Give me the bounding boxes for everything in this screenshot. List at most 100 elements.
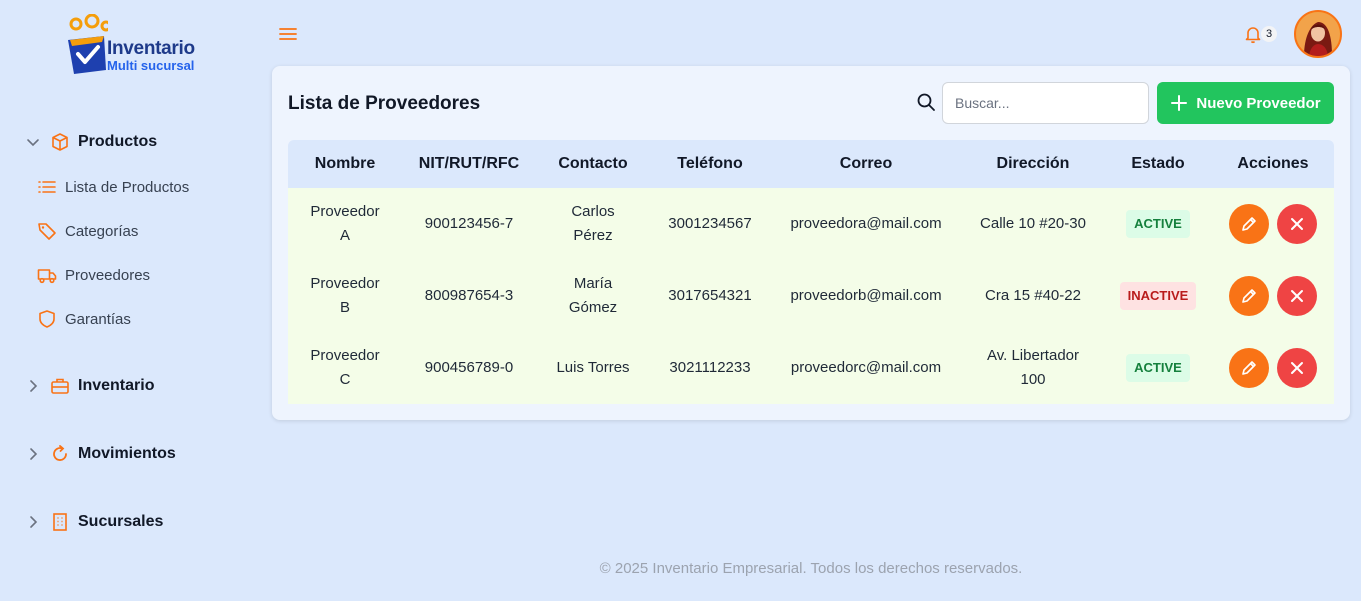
supplier-nit: 900456789-0 xyxy=(424,359,514,376)
suppliers-card: Lista de Proveedores Nuevo Proveedor Nom… xyxy=(272,66,1350,420)
sidebar-item-label: Proveedores xyxy=(65,266,151,284)
chevron-right-icon xyxy=(24,377,42,395)
supplier-nit: 800987654-3 xyxy=(424,287,514,304)
column-header[interactable]: Estado xyxy=(1104,155,1212,173)
supplier-contact: Carlos Pérez xyxy=(536,200,650,248)
supplier-email: proveedorc@mail.com xyxy=(790,359,942,376)
supplier-phone: 3017654321 xyxy=(668,287,752,304)
edit-button[interactable] xyxy=(1229,276,1269,316)
supplier-name-text: Proveedor A xyxy=(310,203,380,244)
supplier-name: Proveedor B xyxy=(288,272,402,320)
column-header[interactable]: Correo xyxy=(770,155,962,173)
supplier-address: Cra 15 #40-22 xyxy=(962,284,1104,308)
new-supplier-label: Nuevo Proveedor xyxy=(1196,94,1321,112)
bell-icon[interactable] xyxy=(1243,24,1263,44)
edit-button[interactable] xyxy=(1229,204,1269,244)
supplier-status: INACTIVE xyxy=(1104,282,1212,310)
sidebar-item-categorias[interactable]: Categorías xyxy=(37,219,138,243)
delete-button[interactable] xyxy=(1277,348,1317,388)
status-badge: ACTIVE xyxy=(1126,354,1190,382)
supplier-nit: 900123456-7 xyxy=(424,215,514,232)
chevron-right-icon xyxy=(24,445,42,463)
shield-icon xyxy=(37,309,57,329)
column-header: Acciones xyxy=(1237,155,1309,172)
table-row[interactable]: Proveedor C 900456789-0 Luis Torres 3021… xyxy=(288,332,1334,404)
notification-badge: 3 xyxy=(1261,26,1277,42)
avatar[interactable] xyxy=(1294,10,1342,58)
status-badge: INACTIVE xyxy=(1119,282,1197,310)
supplier-phone: 3021112233 xyxy=(669,359,751,376)
close-icon xyxy=(1291,290,1303,302)
supplier-name-text: Proveedor B xyxy=(310,275,380,316)
supplier-contact: Luis Torres xyxy=(556,359,630,376)
delete-button[interactable] xyxy=(1277,276,1317,316)
supplier-address-text: Av. Libertador 100 xyxy=(987,347,1079,388)
pencil-icon xyxy=(1242,289,1256,303)
briefcase-icon xyxy=(50,376,70,396)
close-icon xyxy=(1291,218,1303,230)
supplier-address-text: Calle 10 #20-30 xyxy=(980,215,1086,232)
sidebar-item-lista-productos[interactable]: Lista de Productos xyxy=(37,175,189,199)
supplier-address: Av. Libertador 100 xyxy=(962,344,1104,392)
sidebar-group-sucursales[interactable]: Sucursales xyxy=(24,510,163,534)
column-header[interactable]: Nombre xyxy=(288,155,402,173)
sidebar-group-label: Sucursales xyxy=(78,513,164,530)
sidebar-item-label: Lista de Productos xyxy=(65,178,190,196)
sidebar-item-proveedores[interactable]: Proveedores xyxy=(37,263,150,287)
column-header[interactable]: Teléfono xyxy=(650,155,770,173)
table-header: Nombre NIT/RUT/RFC Contacto Teléfono Cor… xyxy=(288,140,1334,188)
sidebar-group-productos[interactable]: Productos xyxy=(24,130,157,154)
row-actions xyxy=(1212,204,1334,244)
supplier-status: ACTIVE xyxy=(1104,210,1212,238)
plus-icon xyxy=(1171,95,1188,111)
box-icon xyxy=(50,132,70,152)
menu-icon[interactable] xyxy=(278,24,298,44)
sidebar-group-inventario[interactable]: Inventario xyxy=(24,374,154,398)
sidebar: Inventario Multi sucursal Productos List… xyxy=(0,0,262,601)
building-icon xyxy=(50,512,70,532)
supplier-contact-text: María Gómez xyxy=(568,275,618,316)
refresh-icon xyxy=(50,444,70,464)
delete-button[interactable] xyxy=(1277,204,1317,244)
supplier-name: Proveedor A xyxy=(288,200,402,248)
truck-icon xyxy=(37,265,57,285)
supplier-status: ACTIVE xyxy=(1104,354,1212,382)
sidebar-group-movimientos[interactable]: Movimientos xyxy=(24,442,176,466)
table-row[interactable]: Proveedor A 900123456-7 Carlos Pérez 300… xyxy=(288,188,1334,260)
sidebar-group-label: Inventario xyxy=(78,377,155,394)
search-input[interactable] xyxy=(942,82,1149,124)
suppliers-table: Nombre NIT/RUT/RFC Contacto Teléfono Cor… xyxy=(288,140,1334,404)
status-badge: ACTIVE xyxy=(1126,210,1190,238)
sidebar-item-label: Garantías xyxy=(65,310,131,328)
pencil-icon xyxy=(1242,217,1256,231)
search-icon xyxy=(917,93,935,111)
footer-copyright: © 2025 Inventario Empresarial. Todos los… xyxy=(599,560,1023,577)
supplier-contact-text: Carlos Pérez xyxy=(571,203,615,244)
sidebar-item-garantias[interactable]: Garantías xyxy=(37,307,131,331)
chevron-right-icon xyxy=(24,513,42,531)
logo-icon xyxy=(68,14,108,74)
table-row[interactable]: Proveedor B 800987654-3 María Gómez 3017… xyxy=(288,260,1334,332)
brand-title: Inventario xyxy=(107,38,195,59)
supplier-address-text: Cra 15 #40-22 xyxy=(985,287,1081,304)
brand-logo[interactable]: Inventario Multi sucursal xyxy=(66,14,206,76)
column-header[interactable]: Dirección xyxy=(962,155,1104,173)
column-header[interactable]: Contacto xyxy=(536,155,650,173)
sidebar-group-label: Movimientos xyxy=(78,445,176,462)
chevron-down-icon xyxy=(24,133,42,151)
supplier-address: Calle 10 #20-30 xyxy=(962,212,1104,236)
row-actions xyxy=(1212,348,1334,388)
sidebar-group-label: Productos xyxy=(78,133,158,150)
supplier-email: proveedora@mail.com xyxy=(790,215,942,232)
supplier-name: Proveedor C xyxy=(288,344,402,392)
new-supplier-button[interactable]: Nuevo Proveedor xyxy=(1157,82,1334,124)
supplier-name-text: Proveedor C xyxy=(310,347,380,388)
pencil-icon xyxy=(1242,361,1256,375)
edit-button[interactable] xyxy=(1229,348,1269,388)
brand-subtitle: Multi sucursal xyxy=(107,58,195,73)
column-header[interactable]: NIT/RUT/RFC xyxy=(402,155,536,173)
supplier-email: proveedorb@mail.com xyxy=(790,287,942,304)
close-icon xyxy=(1291,362,1303,374)
row-actions xyxy=(1212,276,1334,316)
list-icon xyxy=(37,177,57,197)
